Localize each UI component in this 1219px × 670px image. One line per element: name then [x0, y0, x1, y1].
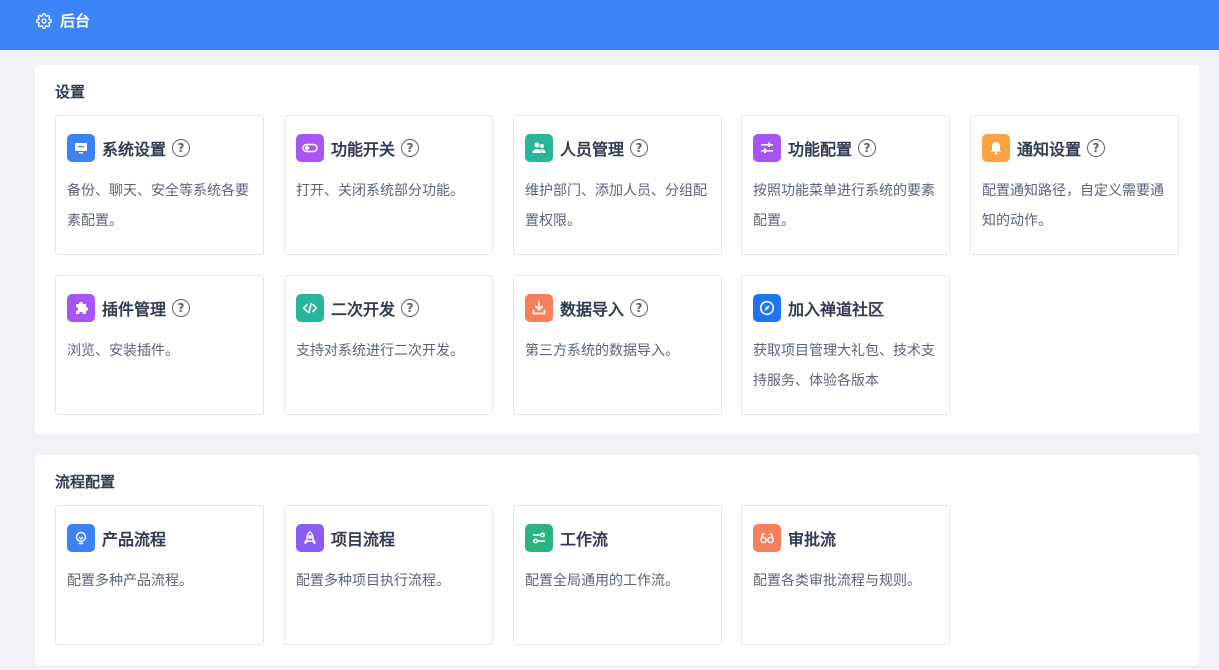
card-desc: 打开、关闭系统部分功能。: [296, 183, 464, 199]
users-icon: [525, 134, 553, 162]
help-icon[interactable]: ?: [630, 139, 649, 157]
card-desc: 按照功能菜单进行系统的要素配置。: [753, 183, 935, 229]
bell-icon: [982, 134, 1010, 162]
card-title: 功能配置: [788, 140, 853, 159]
top-bar: 后台: [0, 0, 1219, 50]
card-desc: 配置各类审批流程与规则。: [753, 573, 921, 589]
card-secondary-development[interactable]: 二次开发 ? 支持对系统进行二次开发。: [284, 275, 493, 415]
card-title: 功能开关: [331, 140, 396, 159]
card-system-settings[interactable]: 系统设置 ? 备份、聊天、安全等系统各要素配置。: [55, 115, 264, 255]
help-icon[interactable]: ?: [172, 139, 191, 157]
flow-icon: [525, 524, 553, 552]
card-desc: 配置通知路径，自定义需要通知的动作。: [982, 183, 1164, 229]
gear-icon: [36, 12, 52, 29]
code-icon: [296, 294, 324, 322]
download-icon: [525, 294, 553, 322]
card-join-community[interactable]: 加入禅道社区 获取项目管理大礼包、技术支持服务、体验各版本: [741, 275, 950, 415]
admin-title[interactable]: 后台: [36, 10, 90, 31]
card-feature-toggle[interactable]: 功能开关 ? 打开、关闭系统部分功能。: [284, 115, 493, 255]
card-approval-flow[interactable]: 审批流 配置各类审批流程与规则。: [741, 505, 950, 645]
card-desc: 配置多种产品流程。: [67, 573, 193, 589]
card-feature-config[interactable]: 功能配置 ? 按照功能菜单进行系统的要素配置。: [741, 115, 950, 255]
workflow-section: 流程配置 产品流程 配置多种产品流程。 项目流程 配置多种项目执行流程。 工作流…: [35, 455, 1199, 665]
help-icon[interactable]: ?: [630, 299, 649, 317]
card-title: 加入禅道社区: [788, 300, 885, 319]
card-data-import[interactable]: 数据导入 ? 第三方系统的数据导入。: [513, 275, 722, 415]
card-desc: 配置全局通用的工作流。: [525, 573, 679, 589]
card-desc: 获取项目管理大礼包、技术支持服务、体验各版本: [753, 343, 935, 389]
card-title: 通知设置: [1017, 140, 1082, 159]
card-notification-settings[interactable]: 通知设置 ? 配置通知路径，自定义需要通知的动作。: [970, 115, 1179, 255]
card-title: 人员管理: [560, 140, 625, 159]
lightbulb-icon: [67, 524, 95, 552]
card-title: 项目流程: [331, 530, 396, 549]
card-desc: 浏览、安装插件。: [67, 343, 179, 359]
card-project-flow[interactable]: 项目流程 配置多种项目执行流程。: [284, 505, 493, 645]
card-plugin-management[interactable]: 插件管理 ? 浏览、安装插件。: [55, 275, 264, 415]
card-desc: 备份、聊天、安全等系统各要素配置。: [67, 183, 249, 229]
section-title-workflow: 流程配置: [55, 473, 116, 491]
admin-title-label: 后台: [60, 12, 91, 30]
puzzle-icon: [67, 294, 95, 322]
help-icon[interactable]: ?: [172, 299, 191, 317]
settings-section: 设置 系统设置 ? 备份、聊天、安全等系统各要素配置。 功能开关 ? 打开、关闭…: [35, 65, 1199, 434]
card-desc: 维护部门、添加人员、分组配置权限。: [525, 183, 707, 229]
card-title: 产品流程: [102, 530, 167, 549]
card-desc: 配置多种项目执行流程。: [296, 573, 450, 589]
card-title: 审批流: [788, 530, 837, 549]
help-icon[interactable]: ?: [858, 139, 877, 157]
card-title: 工作流: [560, 530, 609, 549]
card-title: 二次开发: [331, 300, 396, 319]
card-product-flow[interactable]: 产品流程 配置多种产品流程。: [55, 505, 264, 645]
card-desc: 第三方系统的数据导入。: [525, 343, 679, 359]
card-title: 插件管理: [102, 300, 167, 319]
compass-icon: [753, 294, 781, 322]
monitor-icon: [67, 134, 95, 162]
card-title: 系统设置: [102, 140, 167, 159]
toggle-icon: [296, 134, 324, 162]
card-desc: 支持对系统进行二次开发。: [296, 343, 464, 359]
card-workflow[interactable]: 工作流 配置全局通用的工作流。: [513, 505, 722, 645]
card-user-management[interactable]: 人员管理 ? 维护部门、添加人员、分组配置权限。: [513, 115, 722, 255]
sliders-icon: [753, 134, 781, 162]
section-title-settings: 设置: [55, 83, 86, 101]
help-icon[interactable]: ?: [401, 139, 420, 157]
help-icon[interactable]: ?: [401, 299, 420, 317]
glasses-icon: [753, 524, 781, 552]
help-icon[interactable]: ?: [1087, 139, 1106, 157]
card-title: 数据导入: [560, 300, 625, 319]
rocket-icon: [296, 524, 324, 552]
